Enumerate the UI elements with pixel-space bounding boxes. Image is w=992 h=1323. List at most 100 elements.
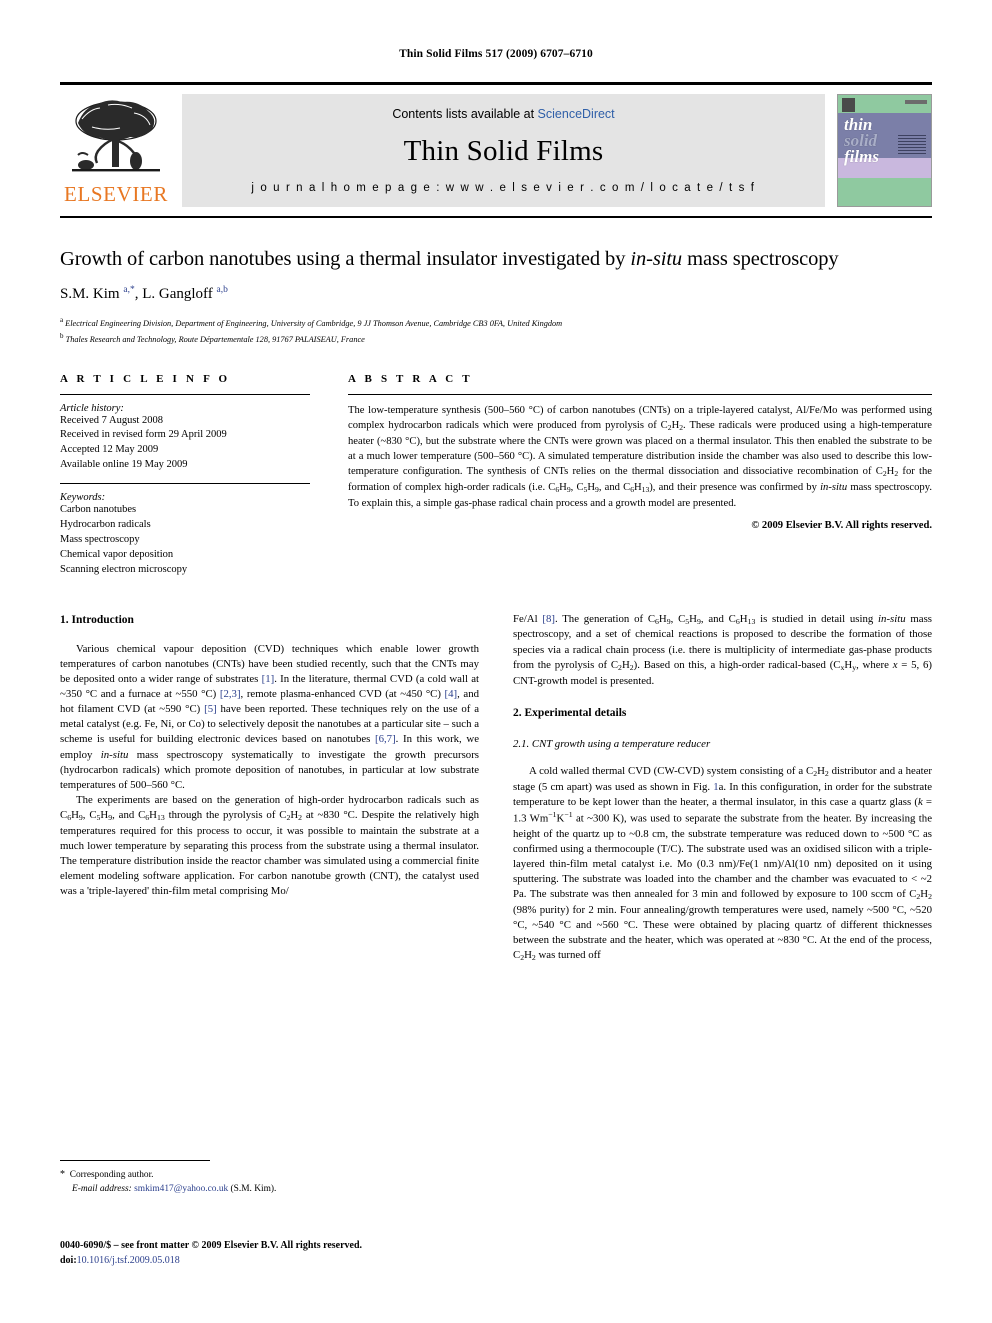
cover-title: thin solid films xyxy=(844,116,879,167)
keyword-item: Hydrocarbon radicals xyxy=(60,519,151,531)
intro-p2-seg-d: through the pyrolysis of C xyxy=(164,808,287,821)
right-p1-seg-e: is studied in detail using xyxy=(755,612,879,625)
article-history-label: Article history: xyxy=(60,402,124,414)
cover-title-line3: films xyxy=(844,147,879,167)
abstract-copyright: © 2009 Elsevier B.V. All rights reserved… xyxy=(751,520,932,532)
right-p1-seg-a: Fe/Al xyxy=(513,612,543,625)
sub-h2: 2 xyxy=(928,891,932,901)
title-part-1: Growth of carbon nanotubes using a therm… xyxy=(60,248,631,270)
intro-paragraph-2: The experiments are based on the generat… xyxy=(60,793,480,898)
sub-13: 13 xyxy=(156,812,165,822)
sub-c2: 2 xyxy=(618,662,622,672)
sub-c6b: 6 xyxy=(735,616,740,626)
sub-c6: 6 xyxy=(655,616,659,626)
email-note: E-mail address: smkim417@yahoo.co.uk (S.… xyxy=(60,1182,479,1196)
corresponding-author-text: Corresponding author. xyxy=(69,1170,154,1180)
sub-c5: 5 xyxy=(96,812,101,822)
journal-masthead: ELSEVIER Contents lists available at Sci… xyxy=(60,82,932,218)
contents-prefix: Contents lists available at xyxy=(392,107,538,121)
contents-available-line: Contents lists available at ScienceDirec… xyxy=(392,107,614,121)
abstract-rule xyxy=(348,393,932,395)
citation-5[interactable]: [5] xyxy=(204,703,217,715)
issn-copyright-line: 0040-6090/$ – see front matter © 2009 El… xyxy=(60,1240,363,1251)
citation-6-7[interactable]: [6,7] xyxy=(375,733,396,745)
sub-c2: 2 xyxy=(916,891,921,901)
keywords-label: Keywords: xyxy=(60,492,106,504)
email-label: E-mail address: xyxy=(72,1184,132,1195)
right-p1-seg-c: , C xyxy=(670,612,686,625)
section-heading-experimental: 2. Experimental details xyxy=(513,706,627,719)
corresponding-author-note: * Corresponding author. xyxy=(60,1167,479,1182)
keyword-item: Carbon nanotubes xyxy=(60,504,137,516)
sub-c6: 6 xyxy=(555,484,560,494)
sciencedirect-link[interactable]: ScienceDirect xyxy=(538,107,615,121)
cover-band-bottom xyxy=(838,178,931,206)
abstract-heading: A B S T R A C T xyxy=(348,372,473,385)
intro-italic-insitu: in-situ xyxy=(100,748,129,761)
author-1-affil-marker[interactable]: a,* xyxy=(123,285,134,295)
journal-cover-thumbnail: thin solid films xyxy=(837,94,932,207)
journal-band: Contents lists available at ScienceDirec… xyxy=(182,94,825,207)
right-p1-seg-d: , and C xyxy=(700,612,736,625)
intro-p2-seg-b: , C xyxy=(82,808,97,821)
history-item: Accepted 12 May 2009 xyxy=(60,444,159,456)
right-italic-insitu: in-situ xyxy=(878,612,906,625)
citation-8[interactable]: [8] xyxy=(542,613,555,625)
keyword-item: Mass spectroscopy xyxy=(60,533,140,545)
body-column-left: 1. Introduction Various chemical vapour … xyxy=(60,612,479,964)
affiliation-b: b Thales Research and Technology, Route … xyxy=(60,331,932,347)
citation-1[interactable]: [1] xyxy=(262,673,275,685)
sub-c6b: 6 xyxy=(630,484,634,494)
section-heading-introduction: 1. Introduction xyxy=(60,613,134,626)
doi-link[interactable]: 10.1016/j.tsf.2009.05.018 xyxy=(77,1255,180,1266)
email-link[interactable]: smkim417@yahoo.co.uk xyxy=(134,1184,228,1194)
keyword-item: Chemical vapor deposition xyxy=(60,548,174,560)
cover-barcode-icon xyxy=(905,100,927,104)
experimental-paragraph-1: A cold walled thermal CVD (CW-CVD) syste… xyxy=(513,764,932,963)
subsection-heading-cnt-growth: 2.1. CNT growth using a temperature redu… xyxy=(513,737,711,750)
page-title: Growth of carbon nanotubes using a therm… xyxy=(60,246,932,273)
article-info-column: A R T I C L E I N F O Article history: R… xyxy=(60,373,310,578)
author-list: S.M. Kim a,*, L. Gangloff a,b xyxy=(60,285,932,303)
exp-seg-a: A cold walled thermal CVD (CW-CVD) syste… xyxy=(529,764,814,777)
footnote-block: * Corresponding author. E-mail address: … xyxy=(60,1160,479,1196)
citation-2-3[interactable]: [2,3] xyxy=(220,688,241,700)
sub-c2: 2 xyxy=(286,812,291,822)
footnote-rule xyxy=(60,1160,210,1161)
intro-paragraph-1: Various chemical vapour deposition (CVD)… xyxy=(60,642,479,793)
doi-label: doi: xyxy=(60,1255,77,1266)
cover-publisher-icon xyxy=(842,98,855,112)
intro-p1-seg-c: , remote plasma-enhanced CVD (at ~450 °C… xyxy=(240,688,445,701)
intro-p2-seg-e: at ~830 °C. Despite the relatively high … xyxy=(60,808,480,898)
elsevier-logo: ELSEVIER xyxy=(60,94,172,207)
title-block: Growth of carbon nanotubes using a therm… xyxy=(60,246,932,347)
author-1: S.M. Kim xyxy=(60,286,124,303)
elsevier-wordmark: ELSEVIER xyxy=(64,182,168,206)
sub-c2: 2 xyxy=(667,422,672,432)
affiliation-a: a Electrical Engineering Division, Depar… xyxy=(60,315,932,331)
abstract-column: A B S T R A C T The low-temperature synt… xyxy=(348,373,932,578)
article-info-heading: A R T I C L E I N F O xyxy=(60,372,231,385)
body-column-right: Fe/Al [8]. The generation of C6H9, C5H9,… xyxy=(513,612,932,964)
right-paragraph-continued: Fe/Al [8]. The generation of C6H9, C5H9,… xyxy=(513,612,932,687)
email-owner: (S.M. Kim). xyxy=(228,1184,277,1195)
sub-c6: 6 xyxy=(67,812,72,822)
keywords-rule xyxy=(60,483,310,485)
abstract-text: The low-temperature synthesis (500–560 °… xyxy=(348,404,932,509)
sub-c2: 2 xyxy=(813,768,818,778)
journal-homepage-line[interactable]: j o u r n a l h o m e p a g e : w w w . … xyxy=(251,182,755,194)
keyword-item: Scanning electron microscopy xyxy=(60,563,188,575)
title-part-2: mass spectroscopy xyxy=(682,248,839,270)
intro-p2-seg-c: , and C xyxy=(112,808,146,821)
author-2-affil-marker[interactable]: a,b xyxy=(217,285,228,295)
cover-text-block xyxy=(898,134,926,155)
exp-seg-f: at ~300 K), was used to separate the sub… xyxy=(513,812,932,901)
citation-4[interactable]: [4] xyxy=(445,688,458,700)
imprint-block: 0040-6090/$ – see front matter © 2009 El… xyxy=(60,1238,362,1268)
affiliation-b-text: Thales Research and Technology, Route Dé… xyxy=(63,334,365,344)
abstract-seg-6: ), and their presence was confirmed by xyxy=(649,482,821,493)
right-p1-seg-g: ). Based on this, a high-order radical-b… xyxy=(633,658,841,671)
right-p1-seg-b: . The generation of C xyxy=(554,612,656,625)
article-page: Thin Solid Films 517 (2009) 6707–6710 EL… xyxy=(0,0,992,1323)
sub-c6b: 6 xyxy=(145,812,150,822)
